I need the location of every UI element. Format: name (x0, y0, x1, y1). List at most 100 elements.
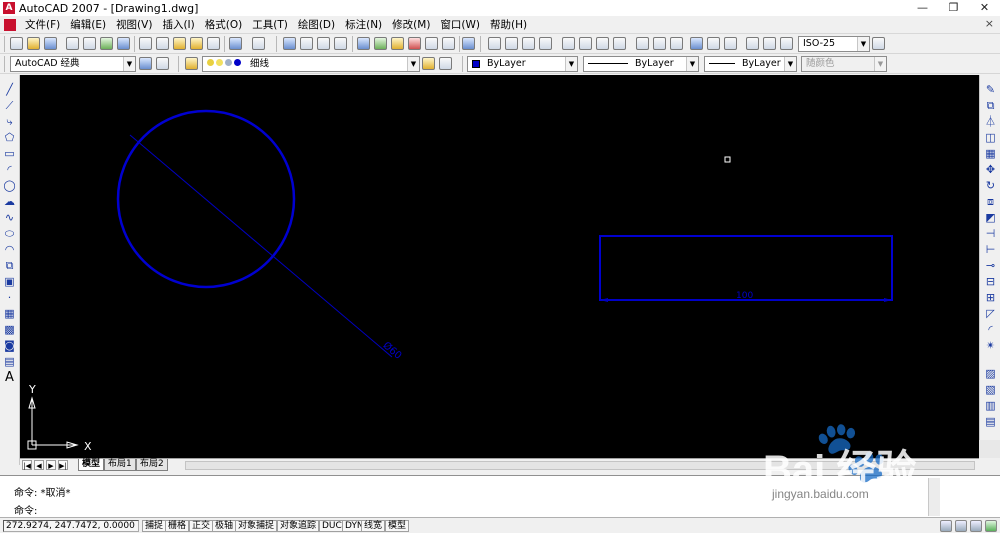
point-icon[interactable]: · (3, 291, 16, 304)
block-editor-icon[interactable] (207, 37, 220, 50)
menu-insert[interactable]: 插入(I) (157, 16, 199, 34)
last-tab-button[interactable]: ▶| (58, 460, 68, 470)
autocad-app-icon[interactable]: A (3, 2, 15, 14)
osnap-toggle[interactable]: 对象捕捉 (235, 520, 278, 532)
menu-tools[interactable]: 工具(T) (247, 16, 293, 34)
redo-icon[interactable] (252, 37, 265, 50)
lock-icon[interactable] (955, 520, 967, 532)
linetype-select[interactable]: ByLayer ▼ (583, 56, 699, 72)
next-tab-button[interactable]: ▶ (46, 460, 56, 470)
undo-icon[interactable] (229, 37, 242, 50)
linear-dimension-icon[interactable] (488, 37, 501, 50)
paste-icon[interactable] (173, 37, 186, 50)
offset-icon[interactable]: ◫ (984, 131, 997, 144)
menu-window[interactable]: 窗口(W) (435, 16, 485, 34)
draw-order-icon[interactable]: ▨ (984, 367, 997, 380)
erase-icon[interactable]: ✎ (984, 83, 997, 96)
tool-palettes-icon[interactable] (391, 37, 404, 50)
polar-toggle[interactable]: 极轴 (212, 520, 237, 532)
array-icon[interactable]: ▦ (984, 147, 997, 160)
diameter-dimension-line[interactable] (129, 134, 393, 358)
model-toggle[interactable]: 模型 (385, 520, 410, 532)
spline-icon[interactable]: ∿ (3, 211, 16, 224)
bring-above-icon[interactable]: ▤ (984, 415, 997, 428)
trim-icon[interactable]: ⊣ (984, 227, 997, 240)
layer-select[interactable]: 细线 ▼ (202, 56, 420, 72)
command-prompt[interactable]: 命令: (14, 502, 37, 517)
communication-center-icon[interactable] (940, 520, 952, 532)
zoom-realtime-icon[interactable] (300, 37, 313, 50)
workspace-select[interactable]: AutoCAD 经典 ▼ (10, 56, 136, 72)
print-preview-icon[interactable] (83, 37, 96, 50)
chamfer-icon[interactable]: ◸ (984, 307, 997, 320)
zoom-previous-icon[interactable] (334, 37, 347, 50)
arc-icon[interactable]: ◜ (3, 163, 16, 176)
move-icon[interactable]: ✥ (984, 163, 997, 176)
layer-properties-icon[interactable] (185, 57, 198, 70)
menu-format[interactable]: 格式(O) (200, 16, 247, 34)
first-tab-button[interactable]: |◀ (22, 460, 32, 470)
pan-icon[interactable] (283, 37, 296, 50)
rectangle-icon[interactable]: ▭ (3, 147, 16, 160)
dimension-style-select[interactable]: ISO-25 ▼ (798, 36, 870, 52)
aligned-dimension-icon[interactable] (505, 37, 518, 50)
properties-icon[interactable] (357, 37, 370, 50)
help-icon[interactable] (462, 37, 475, 50)
arc-length-icon[interactable] (522, 37, 535, 50)
menu-modify[interactable]: 修改(M) (387, 16, 435, 34)
workspace-settings-icon[interactable] (139, 57, 152, 70)
dimension-update-icon[interactable] (780, 37, 793, 50)
dimension-text-edit-icon[interactable] (763, 37, 776, 50)
construction-line-icon[interactable]: ⟋ (3, 99, 16, 112)
document-close-button[interactable]: × (985, 17, 994, 30)
explode-icon[interactable]: ✴ (984, 339, 997, 352)
region-icon[interactable]: ◙ (3, 339, 16, 352)
menu-file[interactable]: 文件(F) (20, 16, 65, 34)
drawing-vertical-scrollbar[interactable] (979, 440, 1000, 458)
dimension-edit-icon[interactable] (746, 37, 759, 50)
sheet-set-icon[interactable] (408, 37, 421, 50)
command-scrollbar[interactable] (928, 478, 940, 516)
table-icon[interactable]: ▤ (3, 355, 16, 368)
color-select[interactable]: ByLayer ▼ (467, 56, 578, 72)
restore-button[interactable]: ❐ (938, 0, 969, 16)
continue-dimension-icon[interactable] (670, 37, 683, 50)
snap-toggle[interactable]: 捕捉 (142, 520, 167, 532)
markup-icon[interactable] (425, 37, 438, 50)
3d-dwf-icon[interactable] (117, 37, 130, 50)
grid-toggle[interactable]: 栅格 (165, 520, 190, 532)
break-icon[interactable]: ⊟ (984, 275, 997, 288)
lineweight-select[interactable]: ByLayer ▼ (704, 56, 797, 72)
save-icon[interactable] (44, 37, 57, 50)
dimension-style-manager-icon[interactable] (872, 37, 885, 50)
quick-dimension-icon[interactable] (636, 37, 649, 50)
cut-icon[interactable] (139, 37, 152, 50)
copy-object-icon[interactable]: ⧉ (984, 99, 997, 112)
publish-icon[interactable] (100, 37, 113, 50)
tab-layout1[interactable]: 布局1 (104, 459, 136, 471)
copy-icon[interactable] (156, 37, 169, 50)
radius-dimension-icon[interactable] (562, 37, 575, 50)
menu-help[interactable]: 帮助(H) (485, 16, 532, 34)
clean-screen-icon[interactable] (970, 520, 982, 532)
stretch-icon[interactable]: ◩ (984, 211, 997, 224)
design-center-icon[interactable] (374, 37, 387, 50)
quick-leader-icon[interactable] (690, 37, 703, 50)
make-layer-current-icon[interactable] (422, 57, 435, 70)
line-icon[interactable]: ╱ (3, 83, 16, 96)
ordinate-dimension-icon[interactable] (539, 37, 552, 50)
join-icon[interactable]: ⊞ (984, 291, 997, 304)
tab-layout2[interactable]: 布局2 (136, 459, 168, 471)
insert-block-icon[interactable]: ⧉ (3, 259, 16, 272)
rotate-icon[interactable]: ↻ (984, 179, 997, 192)
ellipse-icon[interactable]: ⬭ (3, 227, 16, 240)
bring-to-front-icon[interactable]: ▧ (984, 383, 997, 396)
polyline-icon[interactable]: ⤷ (3, 115, 16, 128)
scale-icon[interactable]: ⧈ (984, 195, 997, 208)
layer-previous-icon[interactable] (439, 57, 452, 70)
minimize-button[interactable]: — (907, 0, 938, 16)
hatch-icon[interactable]: ▦ (3, 307, 16, 320)
open-file-icon[interactable] (27, 37, 40, 50)
calculator-icon[interactable] (442, 37, 455, 50)
zoom-window-icon[interactable] (317, 37, 330, 50)
